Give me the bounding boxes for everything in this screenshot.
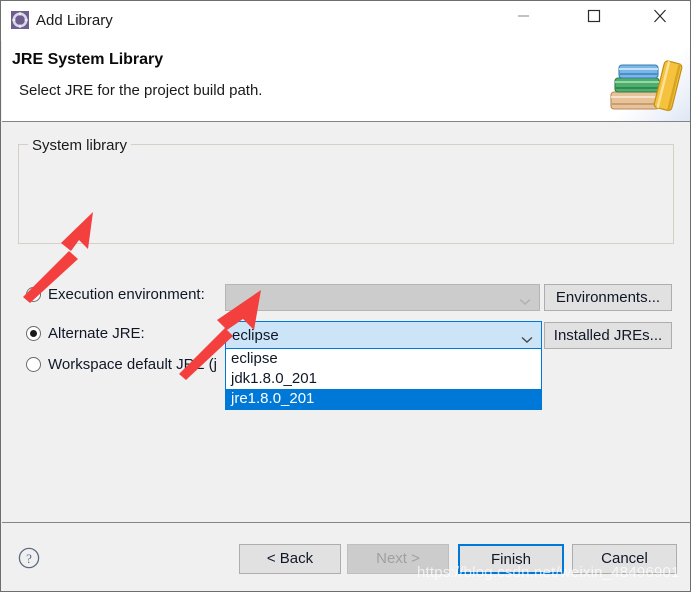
radio-label: Alternate JRE:	[48, 325, 145, 342]
dialog-content: System library Execution environment: Al…	[2, 122, 690, 523]
radio-indicator	[26, 287, 41, 302]
environments-button[interactable]: Environments...	[544, 284, 672, 311]
radio-label: Workspace default JRE (j	[48, 356, 217, 373]
close-icon[interactable]	[638, 1, 683, 31]
minimize-icon[interactable]	[501, 1, 546, 31]
add-library-dialog: Add Library JRE System Library Select JR…	[0, 0, 691, 592]
wizard-header: JRE System Library Select JRE for the pr…	[2, 41, 690, 122]
chevron-down-icon[interactable]	[521, 331, 533, 349]
system-library-group-label: System library	[28, 137, 132, 154]
back-button[interactable]: < Back	[239, 544, 341, 574]
alternate-jre-combo[interactable]: eclipse	[225, 321, 542, 349]
radio-indicator-selected	[26, 326, 41, 341]
maximize-icon[interactable]	[571, 1, 616, 31]
window-title: Add Library	[36, 12, 113, 29]
help-question-icon[interactable]: ?	[18, 547, 40, 569]
page-title: JRE System Library	[12, 51, 164, 68]
alternate-jre-combo-value: eclipse	[232, 327, 279, 344]
svg-text:?: ?	[26, 551, 32, 566]
books-stack-icon	[593, 41, 690, 121]
finish-button[interactable]: Finish	[458, 544, 564, 574]
dropdown-item-jdk[interactable]: jdk1.8.0_201	[226, 369, 541, 389]
installed-jres-button[interactable]: Installed JREs...	[544, 322, 672, 349]
cancel-button[interactable]: Cancel	[572, 544, 677, 574]
next-button: Next >	[347, 544, 449, 574]
library-gear-icon	[11, 11, 29, 29]
radio-indicator	[26, 357, 41, 372]
radio-label: Execution environment:	[48, 286, 205, 303]
execution-environment-combo	[225, 284, 540, 311]
system-library-group	[18, 144, 674, 244]
title-bar: Add Library	[1, 1, 690, 41]
page-subtitle: Select JRE for the project build path.	[19, 82, 263, 99]
dropdown-item-eclipse[interactable]: eclipse	[226, 349, 541, 369]
dropdown-item-jre[interactable]: jre1.8.0_201	[226, 389, 541, 409]
alternate-jre-dropdown-list[interactable]: eclipse jdk1.8.0_201 jre1.8.0_201	[225, 349, 542, 410]
chevron-down-icon	[519, 293, 531, 311]
